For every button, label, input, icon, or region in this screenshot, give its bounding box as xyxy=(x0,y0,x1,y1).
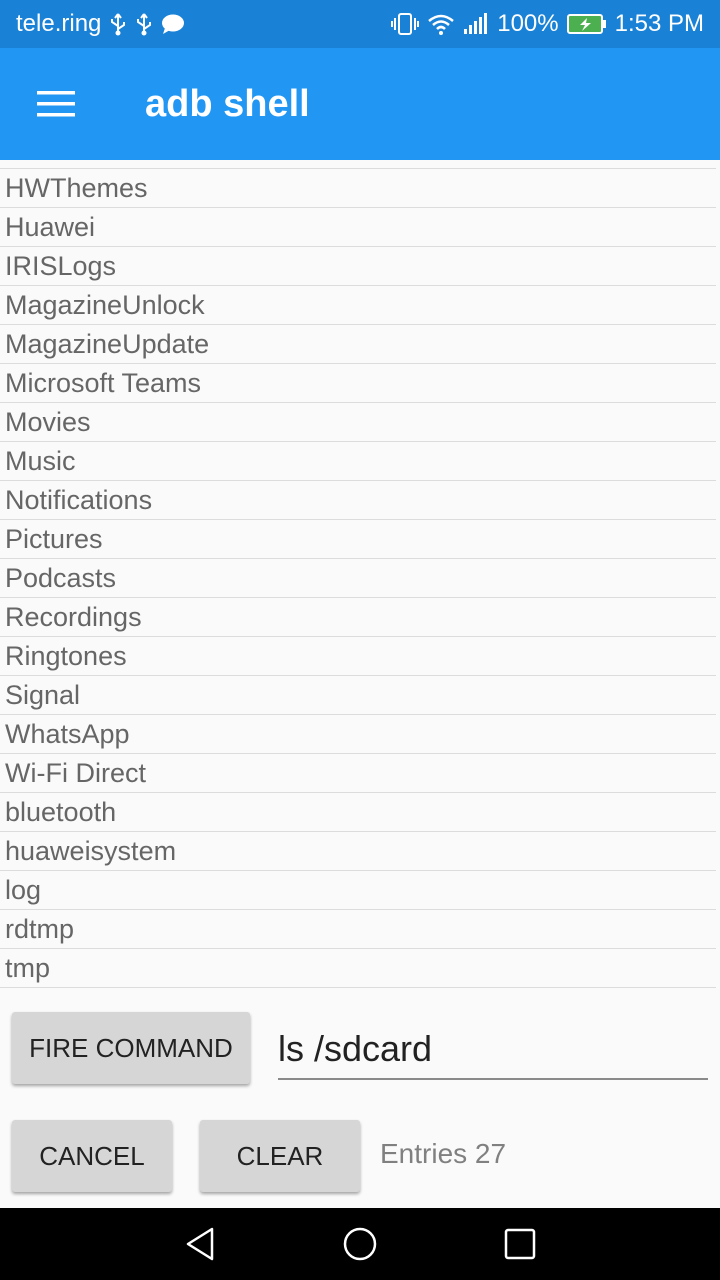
hamburger-menu-icon[interactable] xyxy=(0,48,112,160)
output-line: MagazineUnlock xyxy=(0,286,716,325)
chat-bubble-icon xyxy=(161,13,185,35)
back-triangle-icon[interactable] xyxy=(120,1208,280,1280)
command-input[interactable] xyxy=(278,1020,708,1080)
output-line: Music xyxy=(0,442,716,481)
clock: 1:53 PM xyxy=(614,10,704,37)
command-output-list[interactable]: HWThemes Huawei IRISLogs MagazineUnlock … xyxy=(0,160,720,990)
output-line: HWThemes xyxy=(0,169,716,208)
output-line: Movies xyxy=(0,403,716,442)
battery-charging-icon xyxy=(566,13,607,35)
fire-command-button[interactable]: FIRE COMMAND xyxy=(12,1012,250,1084)
battery-percent: 100% xyxy=(497,10,559,37)
output-line: WhatsApp xyxy=(0,715,716,754)
output-line: huaweisystem xyxy=(0,832,716,871)
home-circle-icon[interactable] xyxy=(280,1208,440,1280)
output-line: Podcasts xyxy=(0,559,716,598)
entries-count: Entries 27 xyxy=(380,1138,507,1169)
output-line: log xyxy=(0,871,716,910)
system-nav-bar xyxy=(0,1208,720,1280)
output-line: MagazineUpdate xyxy=(0,325,716,364)
output-line: Notifications xyxy=(0,481,716,520)
carrier-name: tele.ring xyxy=(16,10,102,37)
output-line: Wi-Fi Direct xyxy=(0,754,716,793)
clear-button[interactable]: CLEAR xyxy=(200,1120,360,1192)
output-line: Pictures xyxy=(0,520,716,559)
output-line: tmp xyxy=(0,949,716,988)
output-line: Ringtones xyxy=(0,637,716,676)
usb-icon xyxy=(135,12,153,36)
output-line: Recordings xyxy=(0,598,716,637)
output-line: Microsoft Teams xyxy=(0,364,716,403)
output-line: IRISLogs xyxy=(0,247,716,286)
cancel-button[interactable]: CANCEL xyxy=(12,1120,172,1192)
status-bar: tele.ring 100% 1:53 PM xyxy=(0,0,720,48)
vibrate-icon xyxy=(391,12,420,36)
wifi-icon xyxy=(427,13,455,35)
recents-square-icon[interactable] xyxy=(440,1208,600,1280)
output-line: rdtmp xyxy=(0,910,716,949)
output-line: Huawei xyxy=(0,208,716,247)
usb-icon xyxy=(109,12,127,36)
output-line: Signal xyxy=(0,676,716,715)
signal-icon xyxy=(463,13,489,35)
app-bar: adb shell xyxy=(0,48,720,160)
output-line: bluetooth xyxy=(0,793,716,832)
app-title: adb shell xyxy=(145,82,310,125)
